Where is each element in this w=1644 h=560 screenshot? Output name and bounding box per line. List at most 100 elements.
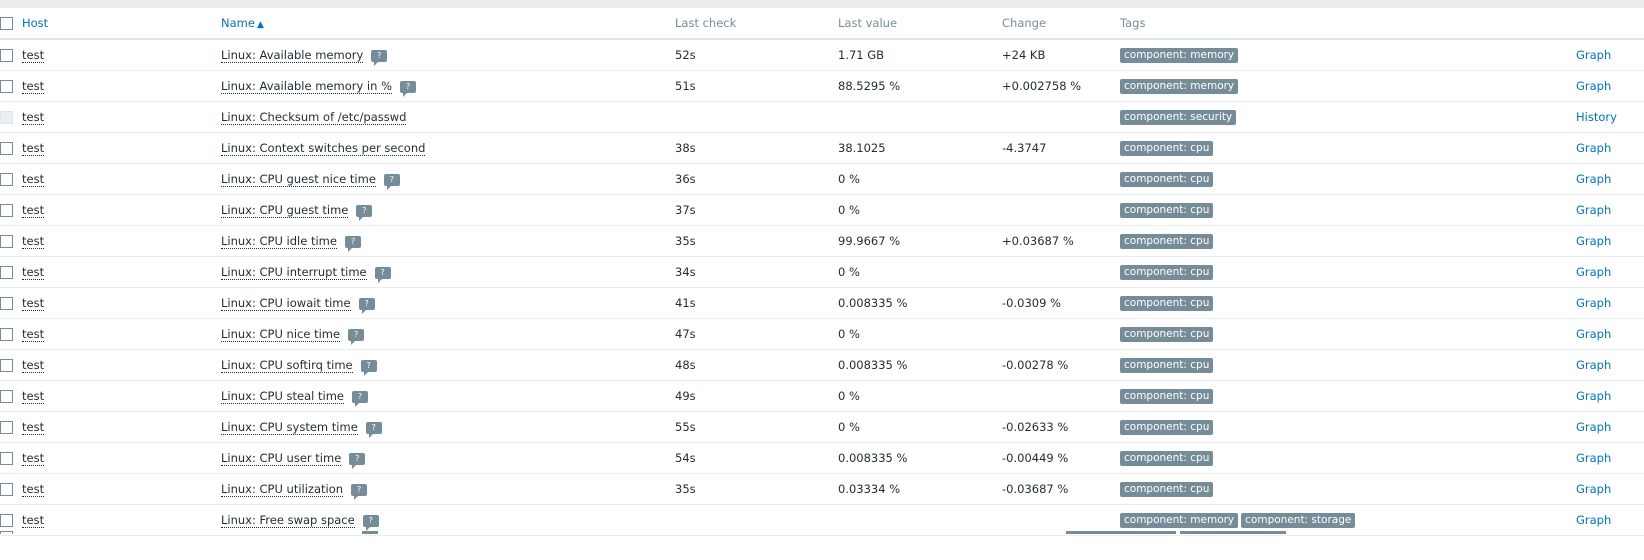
graph-link[interactable]: Graph xyxy=(1576,420,1611,434)
row-checkbox[interactable] xyxy=(0,452,13,465)
item-name-link[interactable]: Linux: CPU idle time xyxy=(221,234,337,249)
help-hint-icon[interactable]: ? xyxy=(360,360,377,376)
host-link[interactable]: test xyxy=(22,420,45,435)
history-link[interactable]: History xyxy=(1576,110,1617,124)
row-checkbox[interactable] xyxy=(0,421,13,434)
tag-badge[interactable]: component: memory xyxy=(1120,513,1239,528)
graph-link[interactable]: Graph xyxy=(1576,141,1611,155)
host-link[interactable]: test xyxy=(22,389,45,404)
column-header-host[interactable]: Host xyxy=(22,8,221,40)
row-checkbox[interactable] xyxy=(0,204,13,217)
help-hint-icon[interactable]: ? xyxy=(362,515,379,531)
host-link[interactable]: test xyxy=(22,327,45,342)
tag-badge[interactable]: component: cpu xyxy=(1120,265,1214,280)
tag-badge[interactable]: component: cpu xyxy=(1120,482,1214,497)
help-hint-icon[interactable]: ? xyxy=(371,50,388,66)
item-name-link[interactable]: Linux: Checksum of /etc/passwd xyxy=(221,110,407,125)
host-link[interactable]: test xyxy=(22,110,45,125)
row-checkbox[interactable] xyxy=(0,390,13,403)
graph-link[interactable]: Graph xyxy=(1576,265,1611,279)
item-name-link[interactable]: Linux: CPU nice time xyxy=(221,327,341,342)
row-checkbox[interactable] xyxy=(0,359,13,372)
tag-badge[interactable]: component: cpu xyxy=(1120,420,1214,435)
item-name-link[interactable]: Linux: Available memory in % xyxy=(221,79,392,94)
graph-link[interactable]: Graph xyxy=(1576,513,1611,527)
help-hint-icon[interactable]: ? xyxy=(383,174,400,190)
row-checkbox[interactable] xyxy=(0,531,13,534)
column-header-name[interactable]: Name ▲ xyxy=(221,8,675,40)
row-checkbox[interactable] xyxy=(0,173,13,186)
help-hint-icon[interactable] xyxy=(362,531,378,534)
row-checkbox[interactable] xyxy=(0,80,13,93)
tag-badge[interactable]: component: cpu xyxy=(1120,141,1214,156)
graph-link[interactable]: Graph xyxy=(1576,296,1611,310)
tag-badge[interactable]: component: cpu xyxy=(1120,451,1214,466)
item-name-link[interactable]: Linux: CPU guest nice time xyxy=(221,172,376,187)
graph-link[interactable]: Graph xyxy=(1576,482,1611,496)
host-link[interactable]: test xyxy=(22,358,45,373)
item-name-link[interactable]: Linux: Available memory xyxy=(221,48,364,63)
item-name-link[interactable]: Linux: Context switches per second xyxy=(221,141,426,156)
row-checkbox[interactable] xyxy=(0,235,13,248)
tag-badge[interactable]: component: cpu xyxy=(1120,172,1214,187)
name-sort-link[interactable]: Name xyxy=(221,16,255,30)
tag-badge[interactable]: component: security xyxy=(1120,110,1237,125)
host-link[interactable]: test xyxy=(22,48,45,63)
host-sort-link[interactable]: Host xyxy=(22,16,48,30)
help-hint-icon[interactable]: ? xyxy=(348,329,365,345)
host-link[interactable]: test xyxy=(22,203,45,218)
tag-badge[interactable]: component: cpu xyxy=(1120,389,1214,404)
tag-badge[interactable]: component: memory xyxy=(1120,79,1239,94)
help-hint-icon[interactable]: ? xyxy=(358,298,375,314)
row-checkbox[interactable] xyxy=(0,514,13,527)
help-hint-icon[interactable]: ? xyxy=(365,422,382,438)
host-link[interactable]: test xyxy=(22,451,45,466)
tag-badge[interactable]: component: cpu xyxy=(1120,358,1214,373)
tag-badge[interactable]: component: cpu xyxy=(1120,234,1214,249)
help-hint-icon[interactable]: ? xyxy=(351,484,368,500)
item-name-link[interactable]: Linux: CPU system time xyxy=(221,420,358,435)
row-checkbox[interactable] xyxy=(0,266,13,279)
host-link[interactable]: test xyxy=(22,234,45,249)
host-link[interactable]: test xyxy=(22,79,45,94)
item-name-link[interactable]: Linux: CPU iowait time xyxy=(221,296,351,311)
tag-badge[interactable]: component: cpu xyxy=(1120,327,1214,342)
help-hint-icon[interactable]: ? xyxy=(344,236,361,252)
help-hint-icon[interactable]: ? xyxy=(356,205,373,221)
host-link[interactable]: test xyxy=(22,141,45,156)
host-link[interactable]: test xyxy=(22,172,45,187)
graph-link[interactable]: Graph xyxy=(1576,203,1611,217)
host-link[interactable]: test xyxy=(22,482,45,497)
tag-badge[interactable]: component: memory xyxy=(1120,48,1239,63)
host-link[interactable]: test xyxy=(22,296,45,311)
tag-badge[interactable]: component: cpu xyxy=(1120,203,1214,218)
help-hint-icon[interactable]: ? xyxy=(352,391,369,407)
graph-link[interactable]: Graph xyxy=(1576,234,1611,248)
graph-link[interactable]: Graph xyxy=(1576,327,1611,341)
tag-badge[interactable]: component: storage xyxy=(1241,513,1356,528)
row-checkbox[interactable] xyxy=(0,328,13,341)
help-hint-icon[interactable]: ? xyxy=(400,81,416,97)
graph-link[interactable]: Graph xyxy=(1576,451,1611,465)
item-name-link[interactable]: Linux: CPU steal time xyxy=(221,389,345,404)
item-name-link[interactable]: Linux: CPU utilization xyxy=(221,482,344,497)
help-hint-icon[interactable]: ? xyxy=(349,453,366,469)
row-checkbox[interactable] xyxy=(0,297,13,310)
tag-badge[interactable]: component: cpu xyxy=(1120,296,1214,311)
host-link[interactable]: test xyxy=(22,513,45,528)
tag-badge[interactable] xyxy=(1066,531,1176,534)
select-all-checkbox[interactable] xyxy=(0,17,13,30)
host-link[interactable]: test xyxy=(22,265,45,280)
row-checkbox[interactable] xyxy=(0,142,13,155)
item-name-link[interactable]: Linux: CPU guest time xyxy=(221,203,349,218)
graph-link[interactable]: Graph xyxy=(1576,358,1611,372)
graph-link[interactable]: Graph xyxy=(1576,172,1611,186)
item-name-link[interactable]: Linux: CPU interrupt time xyxy=(221,265,367,280)
graph-link[interactable]: Graph xyxy=(1576,389,1611,403)
graph-link[interactable]: Graph xyxy=(1576,79,1611,93)
row-checkbox[interactable] xyxy=(0,483,13,496)
graph-link[interactable]: Graph xyxy=(1576,48,1611,62)
item-name-link[interactable]: Linux: Free swap space xyxy=(221,513,355,528)
tag-badge[interactable] xyxy=(1180,531,1286,534)
help-hint-icon[interactable]: ? xyxy=(374,267,391,283)
